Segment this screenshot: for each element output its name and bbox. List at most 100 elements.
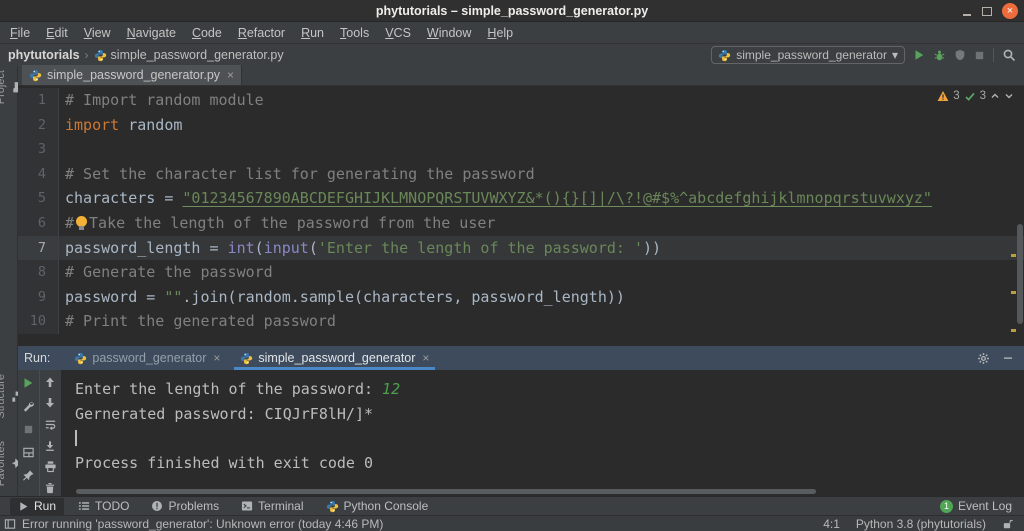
typo-icon <box>964 90 976 102</box>
run-button[interactable] <box>913 49 925 61</box>
run-console[interactable]: Enter the length of the password: 12Gern… <box>62 370 1024 487</box>
menu-item-edit[interactable]: Edit <box>38 24 76 42</box>
tab-close-icon[interactable]: × <box>213 351 220 365</box>
tab-close-icon[interactable]: × <box>227 68 234 82</box>
editor-scrollbar[interactable] <box>1017 224 1023 324</box>
rerun-icon[interactable] <box>19 374 37 392</box>
toolwindow-button-label: Problems <box>168 499 219 513</box>
menu-item-refactor[interactable]: Refactor <box>230 24 293 42</box>
menu-item-navigate[interactable]: Navigate <box>119 24 184 42</box>
event-log-widget[interactable]: 1 Event Log <box>940 499 1024 513</box>
code-text: # Generate the password <box>58 260 1024 285</box>
toolwindow-button-problems[interactable]: Problems <box>143 498 227 515</box>
toolwindow-button-python-console[interactable]: Python Console <box>318 498 437 515</box>
unlock-icon[interactable] <box>1002 518 1014 530</box>
editor-tab[interactable]: simple_password_generator.py × <box>22 65 242 85</box>
window-titlebar: phytutorials – simple_password_generator… <box>0 0 1024 22</box>
menu-item-file[interactable]: File <box>2 24 38 42</box>
print-icon[interactable] <box>41 459 59 475</box>
line-number[interactable]: 2 <box>18 113 58 138</box>
menu-item-tools[interactable]: Tools <box>332 24 377 42</box>
tab-close-icon[interactable]: × <box>422 351 429 365</box>
run-toolbar: simple_password_generator ▾ <box>711 46 1016 64</box>
menu-item-view[interactable]: View <box>76 24 119 42</box>
soft-wrap-icon[interactable] <box>41 416 59 432</box>
line-number[interactable]: 3 <box>18 137 58 162</box>
breadcrumb-file[interactable]: simple_password_generator.py <box>94 48 284 62</box>
interpreter-widget[interactable]: Python 3.8 (phytutorials) <box>856 517 986 531</box>
up-icon[interactable] <box>41 374 59 390</box>
menu-item-code[interactable]: Code <box>184 24 230 42</box>
console-hscrollbar[interactable] <box>62 487 1024 496</box>
warning-stripe-mark[interactable] <box>1011 291 1016 294</box>
navigation-bar: phytutorials › simple_password_generator… <box>0 44 1024 66</box>
python-file-icon <box>29 69 42 82</box>
maximize-icon[interactable] <box>982 6 992 16</box>
line-number[interactable]: 9 <box>18 285 58 310</box>
toolwindow-button-todo[interactable]: TODO <box>70 498 137 515</box>
line-number[interactable]: 6 <box>18 211 58 236</box>
line-number[interactable]: 7 <box>18 236 58 261</box>
run-configuration-select[interactable]: simple_password_generator ▾ <box>711 46 905 64</box>
run-tab-label: simple_password_generator <box>258 351 415 365</box>
line-number[interactable]: 10 <box>18 309 58 334</box>
code-text: characters = "01234567890ABCDEFGHIJKLMNO… <box>58 186 1024 211</box>
main-area: Project StructureFavorites simple_passwo… <box>0 66 1024 496</box>
pin-icon[interactable] <box>19 466 37 484</box>
intention-bulb-icon[interactable] <box>76 216 87 230</box>
pycharm-window: phytutorials – simple_password_generator… <box>0 0 1024 531</box>
warning-stripe-mark[interactable] <box>1011 254 1016 257</box>
line-number[interactable]: 5 <box>18 186 58 211</box>
minimize-icon[interactable] <box>962 6 972 16</box>
notification-badge: 1 <box>940 500 953 513</box>
debug-button[interactable] <box>933 49 946 62</box>
hide-panel-icon[interactable] <box>1002 352 1014 364</box>
search-everywhere-icon[interactable] <box>1002 48 1016 62</box>
scroll-end-icon[interactable] <box>41 438 59 454</box>
status-bar: Error running 'password_generator': Unkn… <box>0 515 1024 531</box>
menu-item-window[interactable]: Window <box>419 24 479 42</box>
line-number[interactable]: 8 <box>18 260 58 285</box>
tool-window-bar: Run TODO Problems Terminal Python Console 1 … <box>0 496 1024 515</box>
line-number[interactable]: 1 <box>18 88 58 113</box>
code-token: # Import random module <box>65 91 264 109</box>
console-text: 12 <box>382 380 400 398</box>
line-number[interactable]: 4 <box>18 162 58 187</box>
code-editor[interactable]: 3 3 1# Import random module2import rando… <box>18 86 1024 346</box>
code-line: 6#Take the length of the password from t… <box>18 211 1024 236</box>
toolwindow-button-terminal[interactable]: Terminal <box>233 498 311 515</box>
toolwindow-button-run[interactable]: Run <box>10 498 64 515</box>
settings-icon[interactable] <box>19 397 37 415</box>
menu-item-run[interactable]: Run <box>293 24 332 42</box>
scrollbar-thumb[interactable] <box>76 489 816 494</box>
menu-item-help[interactable]: Help <box>479 24 521 42</box>
code-line: 10# Print the generated password <box>18 309 1024 334</box>
code-token: ( <box>309 239 318 257</box>
down-icon[interactable] <box>41 395 59 411</box>
error-stripe[interactable] <box>1011 86 1016 346</box>
window-title: phytutorials – simple_password_generator… <box>0 4 1024 18</box>
play-gray-icon <box>18 501 29 512</box>
caret-position-widget[interactable]: 4:1 <box>823 517 840 531</box>
stop-button[interactable] <box>974 50 985 61</box>
code-line: 9password = "".join(random.sample(charac… <box>18 285 1024 310</box>
code-token: "" <box>164 288 182 306</box>
chevron-down-icon: ▾ <box>892 48 898 62</box>
tool-window-toggle-icon[interactable] <box>4 518 16 530</box>
clear-icon[interactable] <box>41 480 59 496</box>
close-icon[interactable]: × <box>1002 3 1018 19</box>
stop-icon[interactable] <box>19 420 37 438</box>
tool-window-stripe-left: Project StructureFavorites <box>0 66 18 496</box>
code-line: 5characters = "01234567890ABCDEFGHIJKLMN… <box>18 186 1024 211</box>
prev-issue-chevron-icon[interactable] <box>990 91 1000 101</box>
warning-stripe-mark[interactable] <box>1011 329 1016 332</box>
menu-item-vcs[interactable]: VCS <box>377 24 419 42</box>
restore-layout-icon[interactable] <box>19 443 37 461</box>
gear-icon[interactable] <box>977 352 990 365</box>
breadcrumb-project[interactable]: phytutorials <box>8 48 80 62</box>
inspections-widget[interactable]: 3 3 <box>937 90 1014 102</box>
run-tab-password_generator[interactable]: password_generator× <box>64 346 230 370</box>
code-token: input <box>264 239 309 257</box>
coverage-button[interactable] <box>954 49 966 61</box>
run-tab-simple_password_generator[interactable]: simple_password_generator × <box>230 346 439 370</box>
